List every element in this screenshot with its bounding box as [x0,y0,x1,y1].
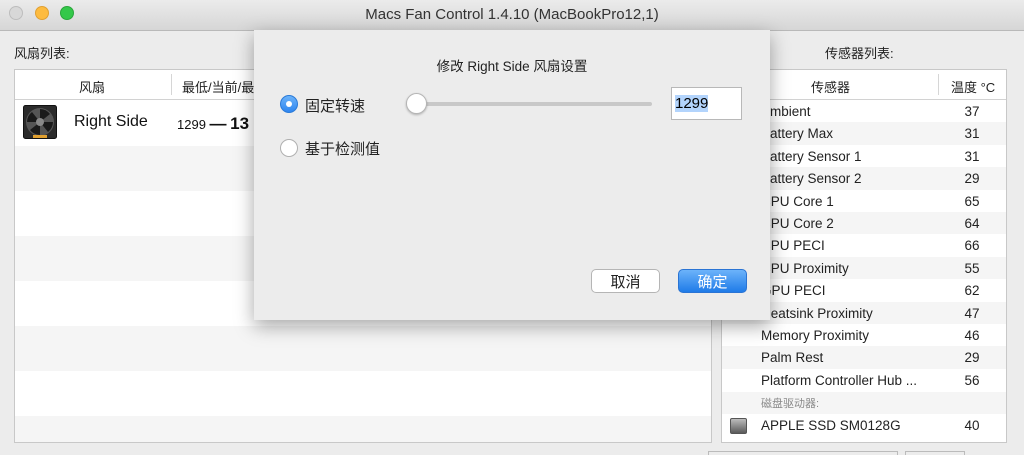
sensor-based-label[interactable]: 基于检测值 [305,138,380,159]
speed-slider-knob[interactable] [406,93,427,114]
disk-name: APPLE SSD SM0128G [761,418,901,433]
column-header-fan[interactable]: 风扇 [79,77,105,96]
fixed-speed-label[interactable]: 固定转速 [305,95,365,116]
sensor-temperature: 46 [964,328,980,343]
sensor-row[interactable]: Platform Controller Hub ... 56 [722,369,1006,391]
fan-icon [23,105,57,139]
sensor-temperature: 65 [964,193,980,209]
fan-name: Right Side [74,113,148,130]
speed-slider-track[interactable] [416,102,652,106]
footer-control-left[interactable] [708,451,898,455]
speed-dash: — [209,114,227,133]
sensor-temperature: 56 [964,372,980,388]
fan-speed-readout: 1299 — 13 [177,114,249,134]
column-header-temperature[interactable]: 温度 °C [951,77,995,96]
column-header-speed[interactable]: 最低/当前/最 [182,77,254,96]
sensor-name: GPU PECI [761,283,826,299]
sensor-temperature: 64 [964,216,980,231]
sensor-temperature: 31 [964,148,980,164]
sensor-temperature: 29 [964,350,980,366]
window-title: Macs Fan Control 1.4.10 (MacBookPro12,1) [365,6,659,23]
sensor-temperature: 55 [964,260,980,276]
sensor-name: Heatsink Proximity [761,305,873,321]
column-header-sensor[interactable]: 传感器 [811,77,850,96]
sensor-row-disk[interactable]: APPLE SSD SM0128G 40 [722,414,1006,439]
fan-min-speed: 1299 [177,117,206,132]
fan-current-speed: 13 [230,114,250,133]
sensor-temperature: 62 [964,283,980,299]
fans-list-label: 风扇列表: [14,46,70,61]
sensor-row[interactable]: Palm Rest 29 [722,346,1006,369]
sensor-name: CPU Core 1 [761,193,834,209]
sensor-name: Palm Rest [761,350,824,366]
disk-temperature: 40 [964,418,980,433]
ok-button[interactable]: 确定 [678,269,747,293]
sensor-name: Battery Sensor 2 [761,171,862,187]
title-bar: Macs Fan Control 1.4.10 (MacBookPro12,1) [0,0,1024,31]
sensor-name: Memory Proximity [761,328,870,343]
disk-group-label: 磁盘驱动器: [761,398,820,410]
sensor-name: CPU PECI [761,238,825,254]
fan-settings-dialog: 修改 Right Side 风扇设置 固定转速 基于检测值 取消 确定 [254,30,770,320]
sensor-name: Battery Sensor 1 [761,148,862,164]
sensor-temperature: 29 [964,171,980,187]
cancel-button[interactable]: 取消 [591,269,660,293]
sensor-name: CPU Proximity [761,260,849,276]
disk-group-header: 磁盘驱动器: [722,392,1006,414]
dialog-title: 修改 Right Side 风扇设置 [436,59,588,74]
disk-icon [730,418,747,434]
sensor-temperature: 37 [964,104,980,119]
speed-input[interactable] [671,87,742,120]
sensor-temperature: 66 [964,238,980,254]
sensor-temperature: 31 [964,126,980,142]
sensor-name: Platform Controller Hub ... [761,372,918,388]
sensor-name: CPU Core 2 [761,216,834,231]
sensor-row[interactable]: Memory Proximity 46 [722,324,1006,346]
sensor-temperature: 47 [964,305,980,321]
sensor-based-radio[interactable] [280,139,298,157]
sensor-name: Battery Max [761,126,834,142]
footer-control-right[interactable] [905,451,965,455]
fixed-speed-radio[interactable] [280,95,298,113]
sensors-list-label: 传感器列表: [825,46,894,61]
